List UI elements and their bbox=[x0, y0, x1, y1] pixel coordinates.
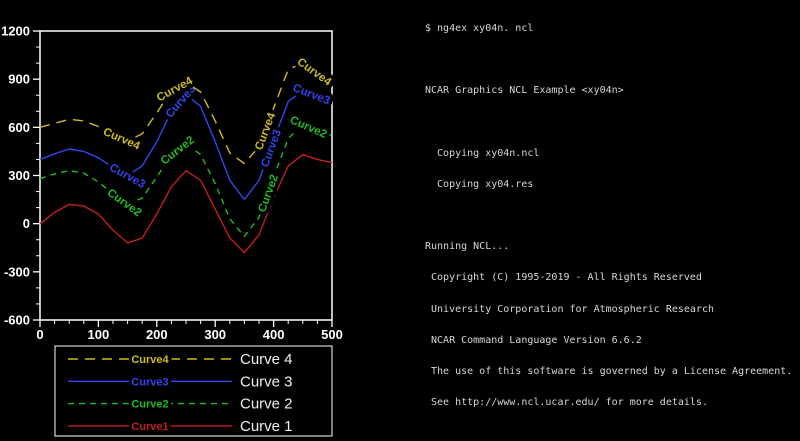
plot-frame bbox=[40, 31, 332, 320]
legend-inline-label: Curve2 bbox=[131, 399, 168, 411]
curve-inline-label: Curve2 bbox=[105, 187, 144, 219]
curve-inline-label: Curve2 bbox=[159, 134, 197, 167]
terminal-line bbox=[425, 117, 797, 127]
terminal-line: The use of this software is governed by … bbox=[425, 367, 797, 377]
x-tick-label: 100 bbox=[88, 327, 110, 342]
terminal-line: Copyright (C) 1995-2019 - All Rights Res… bbox=[425, 273, 797, 283]
terminal-line: Copying xy04.res bbox=[425, 180, 797, 190]
legend-label: Curve 3 bbox=[240, 373, 293, 390]
plot-window: -600 -300 0 300 600 900 1200 0 100 200 300 400 500 Cu… bbox=[0, 0, 420, 441]
x-tick-label: 0 bbox=[36, 327, 43, 342]
terminal-line: University Corporation for Atmospheric R… bbox=[425, 305, 797, 315]
terminal-line bbox=[425, 211, 797, 221]
y-tick-label: 900 bbox=[8, 72, 30, 87]
terminal-line: NCAR Command Language Version 6.6.2 bbox=[425, 336, 797, 346]
curve-inline-label: Curve2 bbox=[288, 114, 329, 141]
y-tick-label: 600 bbox=[8, 120, 30, 135]
y-tick-label: 0 bbox=[23, 216, 30, 231]
terminal-prompt-line: $ ng4ex xy04n. ncl bbox=[425, 24, 797, 34]
legend-inline-label: Curve4 bbox=[131, 354, 169, 366]
legend-label: Curve 2 bbox=[240, 396, 293, 413]
terminal-line: NCAR Graphics NCL Example <xy04n> bbox=[425, 86, 797, 96]
curve-inline-label: Curve2 bbox=[256, 173, 281, 214]
x-tick-label: 200 bbox=[146, 327, 168, 342]
curve-inline-label: Curve4 bbox=[101, 126, 142, 153]
x-tick-label: 500 bbox=[321, 327, 343, 342]
terminal-line bbox=[425, 55, 797, 65]
y-tick-label: 1200 bbox=[1, 24, 30, 39]
y-tick-label: -600 bbox=[4, 313, 30, 328]
x-tick-label: 400 bbox=[263, 327, 285, 342]
x-tick-label: 300 bbox=[204, 327, 226, 342]
curve-curve1 bbox=[40, 155, 332, 253]
terminal-line: Running NCL... bbox=[425, 242, 797, 252]
terminal-line: See http://www.ncl.ucar.edu/ for more de… bbox=[425, 398, 797, 408]
y-tick-label: -300 bbox=[4, 264, 30, 279]
terminal-line: Copying xy04n.ncl bbox=[425, 149, 797, 159]
xy-plot-svg: -600 -300 0 300 600 900 1200 0 100 200 300 400 500 Cu… bbox=[0, 0, 420, 441]
legend-inline-label: Curve1 bbox=[131, 421, 168, 433]
legend-inline-label: Curve3 bbox=[131, 376, 168, 388]
legend-label: Curve 4 bbox=[240, 351, 293, 368]
legend-label: Curve 1 bbox=[240, 418, 293, 435]
terminal-output: $ ng4ex xy04n. ncl NCAR Graphics NCL Exa… bbox=[425, 3, 797, 429]
y-tick-label: 300 bbox=[8, 168, 30, 183]
desktop: -600 -300 0 300 600 900 1200 0 100 200 300 400 500 Cu… bbox=[0, 0, 800, 441]
